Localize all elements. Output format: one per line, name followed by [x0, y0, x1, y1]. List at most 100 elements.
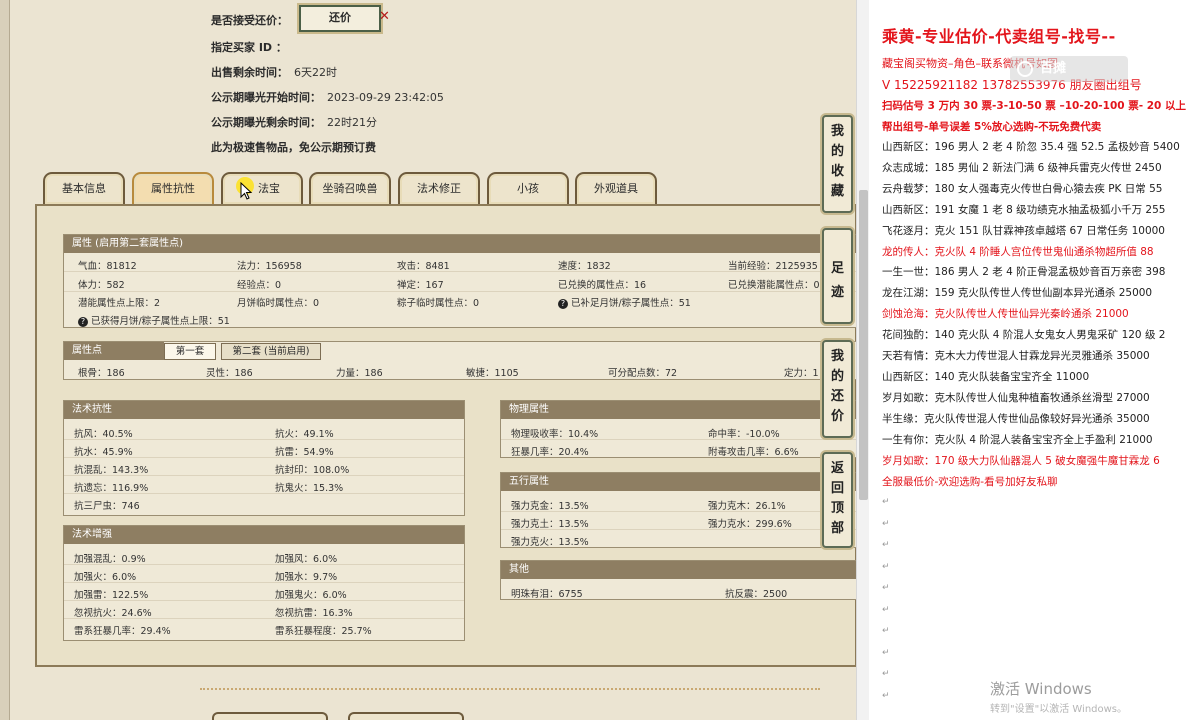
my-counter-offers-button[interactable]: 我的还价 — [822, 340, 853, 438]
pub-remain-value: 22时21分 — [327, 116, 377, 129]
pub-start-label: 公示期曝光开始时间： — [211, 91, 321, 104]
pub-start-row: 公示期曝光开始时间： 2023-09-29 23:42:05 — [211, 89, 444, 105]
paragraph-mark: ↵ — [882, 690, 890, 701]
scrollbar[interactable] — [856, 0, 869, 720]
tab-spell-mod[interactable]: 法术修正 — [398, 172, 480, 204]
mouse-cursor-icon — [240, 182, 253, 200]
pub-start-value: 2023-09-29 23:42:05 — [327, 91, 444, 104]
spell-boost-section: 法术增强 加强混乱：0.9% 加强风：6.0% 加强火：6.0% 加强水：9.7… — [63, 525, 465, 641]
attr-cell-text: 已获得月饼/粽子属性点上限：51 — [91, 316, 230, 327]
points-cell: 敏捷：1105 — [466, 368, 519, 379]
five-elements-section: 五行属性 强力克金：13.5% 强力克木：26.1% 强力克土：13.5% 强力… — [500, 472, 856, 548]
tab-treasure[interactable]: 法宝 — [221, 172, 303, 204]
tab-attributes[interactable]: 属性抗性 — [132, 172, 214, 204]
boost-cell: 加强混乱：0.9% — [74, 554, 146, 565]
my-favorites-label: 我的收藏 — [830, 124, 844, 199]
boost-cell: 加强水：9.7% — [275, 572, 338, 583]
boost-cell: 忽视抗雷：16.3% — [275, 608, 353, 619]
paragraph-mark: ↵ — [882, 669, 890, 679]
points-cell: 力量：186 — [336, 368, 383, 379]
attribute-section: 属性 (启用第二套属性点) 气血：81812 法力：156958 攻击：8481… — [63, 234, 856, 328]
left-border — [0, 0, 10, 720]
attr-cell: ? 已补足月饼/粽子属性点：51 — [558, 295, 691, 309]
attr-cell: 体力：582 — [78, 280, 125, 291]
listing-line: 半生缘：克火队传世混人传世仙品像较好异光通杀 35000 — [882, 412, 1150, 425]
activate-windows-watermark: 激活 Windows — [990, 680, 1092, 698]
listing-line: 山西新区：140 克火队装备宝宝齐全 11000 — [882, 370, 1090, 383]
five-cell: 强力克土：13.5% — [511, 519, 589, 530]
boost-cell: 雷系狂暴几率：29.4% — [74, 626, 171, 637]
bottom-tab[interactable] — [212, 712, 328, 720]
game-page: 是否接受还价： 还价 ✕ 指定买家 ID ： 出售剩余时间： 6天22时 公示期曝… — [0, 0, 856, 720]
listing-line: 岁月如歌：170 级大力队仙器混人 5 破女魔强牛魔甘霖龙 6 — [882, 454, 1160, 467]
help-icon[interactable]: ? — [558, 299, 568, 309]
points-tab-first[interactable]: 第一套 — [164, 343, 216, 360]
attr-cell: ? 已获得月饼/粽子属性点上限：51 — [78, 313, 230, 327]
my-favorites-button[interactable]: 我的收藏 — [822, 115, 853, 213]
document-pane: 乘黄-专业估价-代卖组号-找号-- 藏宝阁买物资–角色–联系微机号如图– V 1… — [869, 0, 1188, 720]
tab-mounts-pets[interactable]: 坐骑召唤兽 — [309, 172, 391, 204]
physical-header: 物理属性 — [501, 401, 856, 419]
watermark-logo: 百摊 — [1010, 56, 1128, 82]
paragraph-mark: ↵ — [882, 604, 890, 615]
boost-cell: 加强风：6.0% — [275, 554, 338, 565]
paragraph-mark: ↵ — [882, 561, 890, 572]
attr-cell: 当前经验：2125935 — [728, 261, 818, 272]
pub-remain-label: 公示期曝光剩余时间： — [211, 116, 321, 129]
listing-line: 一生一世：186 男人 2 老 4 阶正骨混孟极妙音百万亲密 398 — [882, 266, 1166, 279]
footprint-label: 足迹 — [830, 261, 844, 300]
five-cell: 强力克火：13.5% — [511, 537, 589, 548]
doc-footer: 全服最低价-欢迎选购-看号加好友私聊 — [882, 476, 1058, 488]
listing-line: 龙在江湖：159 克火队传世人传世仙副本异光通杀 25000 — [882, 287, 1153, 300]
tab-basic-info[interactable]: 基本信息 — [43, 172, 125, 204]
five-cell: 强力克水：299.6% — [708, 519, 792, 530]
watermark-logo-text: 百摊 — [1040, 61, 1067, 76]
remain-time-label: 出售剩余时间： — [211, 66, 288, 79]
resist-cell: 抗封印：108.0% — [275, 465, 350, 476]
points-header: 属性点 — [64, 342, 164, 360]
back-to-top-button[interactable]: 返回顶部 — [822, 452, 853, 548]
doc-line: 扫码估号 3 万内 30 票-3-10-50 票 –10-20-100 票- 2… — [882, 100, 1186, 112]
bottom-tab[interactable] — [348, 712, 464, 720]
other-section: 其他 明珠有泪：6755 抗反震：2500 — [500, 560, 856, 600]
five-cell: 强力克金：13.5% — [511, 501, 589, 512]
listing-line: 众志成城：185 男仙 2 新法门满 6 级神兵雷克火传世 2450 — [882, 161, 1162, 174]
resist-cell: 抗火：49.1% — [275, 429, 334, 440]
spell-boost-header: 法术增强 — [64, 526, 464, 544]
counter-offer-button[interactable]: 还价 — [299, 5, 381, 32]
points-tab-second[interactable]: 第二套 (当前启用) — [221, 343, 321, 360]
attr-cell: 已兑换的属性点：16 — [558, 280, 647, 291]
tab-children[interactable]: 小孩 — [487, 172, 569, 204]
listing-line: 岁月如歌：克木队传世人仙鬼种植畜牧通杀丝滑型 27000 — [882, 391, 1150, 404]
other-header: 其他 — [501, 561, 856, 579]
points-cell: 定力：1 — [784, 368, 819, 379]
attr-cell: 法力：156958 — [237, 261, 302, 272]
listing-line: 山西新区：196 男人 2 老 4 阶忽 35.4 强 52.5 孟极妙音 54… — [882, 141, 1180, 153]
resist-cell: 抗雷：54.9% — [275, 447, 334, 458]
listing-line: 花间独酌：140 克火队 4 阶混人女鬼女人男鬼采矿 120 级 2 — [882, 329, 1166, 342]
scrollbar-thumb[interactable] — [859, 190, 868, 500]
spell-resist-header: 法术抗性 — [64, 401, 464, 419]
boost-cell: 加强火：6.0% — [74, 572, 137, 583]
doc-line: 帮出组号-单号误差 5%放心选购-不玩免费代卖 — [882, 121, 1102, 133]
footprint-button[interactable]: 足迹 — [822, 228, 853, 324]
attr-cell: 攻击：8481 — [397, 261, 450, 272]
listing-line: 飞花逐月：克火 151 队甘霖神孩卓越塔 67 日常任务 10000 — [882, 224, 1165, 237]
physical-cell: 物理吸收率：10.4% — [511, 429, 599, 440]
fast-sale-note: 此为极速售物品，免公示期预订费 — [211, 141, 376, 154]
my-counter-offers-label: 我的还价 — [830, 349, 844, 424]
boost-cell: 加强鬼火：6.0% — [275, 590, 347, 601]
listing-line: 剑蚀沧海：克火队传世人传世仙异光秦岭通杀 21000 — [882, 308, 1129, 321]
help-icon[interactable]: ? — [78, 317, 88, 327]
resist-cell: 抗遗忘：116.9% — [74, 483, 149, 494]
accept-counter-label: 是否接受还价： — [211, 14, 288, 27]
tab-appearance[interactable]: 外观道具 — [575, 172, 657, 204]
attr-cell: 已兑换潜能属性点：0 — [728, 280, 820, 291]
other-cell: 抗反震：2500 — [725, 589, 788, 600]
attr-cell: 经验点：0 — [237, 280, 282, 291]
attr-cell: 粽子临时属性点：0 — [397, 298, 480, 309]
points-cell: 根骨：186 — [78, 368, 125, 379]
close-icon[interactable]: ✕ — [379, 9, 390, 24]
physical-cell: 狂暴几率：20.4% — [511, 447, 589, 458]
activate-windows-hint: 转到"设置"以激活 Windows。 — [990, 704, 1128, 715]
